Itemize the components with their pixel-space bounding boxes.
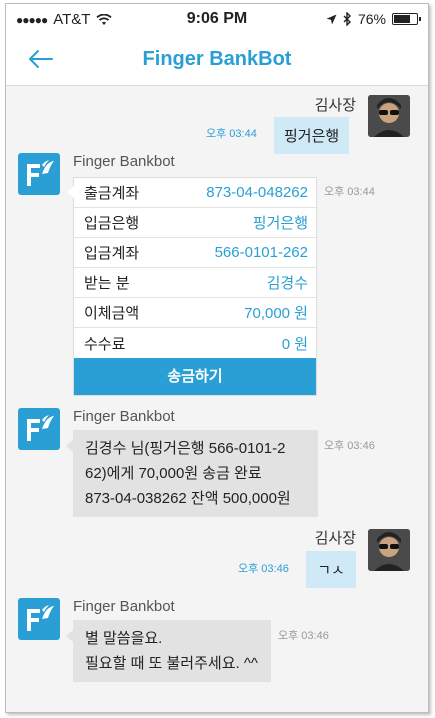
bluetooth-icon xyxy=(343,12,351,26)
row-value: 핑거은행 xyxy=(252,215,308,232)
status-bar: ●●●●● AT&T 9:06 PM 76% xyxy=(6,4,428,34)
user-avatar-image xyxy=(368,529,410,571)
message-line: 필요할 때 또 불러주세요. ^^ xyxy=(85,655,258,672)
card-row: 이체금액 70,000 원 xyxy=(74,298,316,328)
bot-name: Finger Bankbot xyxy=(73,598,175,615)
card-row: 입금계좌 566-0101-262 xyxy=(74,238,316,268)
user-avatar-image xyxy=(368,95,410,137)
page-title: Finger BankBot xyxy=(142,48,292,70)
battery-icon xyxy=(392,13,421,25)
row-value: 김경수 xyxy=(266,275,308,292)
user-message-bubble: ㄱㅅ xyxy=(306,551,356,588)
bot-message-bubble: 별 말씀을요. 필요할 때 또 불러주세요. ^^ xyxy=(66,620,271,682)
card-row: 출금계좌 873-04-048262 xyxy=(74,178,316,208)
message-time: 오후 03:46 xyxy=(324,440,375,452)
sender-name: 김사장 xyxy=(314,97,356,114)
phone-frame: ●●●●● AT&T 9:06 PM 76% Finger BankBot 김사… xyxy=(5,3,429,713)
message-time: 오후 03:44 xyxy=(324,186,375,198)
row-value: 70,000 원 xyxy=(244,305,308,322)
message-line: 873-04-038262 잔액 500,000원 xyxy=(85,490,291,507)
message-time: 오후 03:44 xyxy=(206,128,257,140)
card-row: 입금은행 핑거은행 xyxy=(74,208,316,238)
message-line: 별 말씀을요. xyxy=(85,630,163,647)
card-row: 수수료 0 원 xyxy=(74,328,316,358)
message-line: 62)에게 70,000원 송금 완료 xyxy=(85,465,262,482)
nav-bar: Finger BankBot xyxy=(6,34,428,86)
sender-name: 김사장 xyxy=(314,530,356,547)
row-label: 입금계좌 xyxy=(84,245,140,262)
bot-avatar xyxy=(18,408,60,450)
finger-logo-icon xyxy=(27,160,54,186)
bot-name: Finger Bankbot xyxy=(73,153,175,170)
row-value: 0 원 xyxy=(281,335,308,353)
bot-avatar xyxy=(18,153,60,195)
row-value: 566-0101-262 xyxy=(214,244,308,261)
location-icon xyxy=(326,14,337,24)
user-message-bubble: 핑거은행 xyxy=(274,117,350,154)
user-avatar xyxy=(368,529,410,571)
message-line: 김경수 님(핑거은행 566-0101-2 xyxy=(85,440,286,457)
user-avatar xyxy=(368,95,410,137)
finger-logo-icon xyxy=(27,415,54,441)
transfer-card: 출금계좌 873-04-048262 입금은행 핑거은행 입금계좌 566-01… xyxy=(67,177,317,396)
message-time: 오후 03:46 xyxy=(238,563,289,575)
row-value: 873-04-048262 xyxy=(206,184,308,201)
finger-logo-icon xyxy=(27,605,54,631)
bot-avatar xyxy=(18,598,60,640)
row-label: 입금은행 xyxy=(84,215,140,232)
row-label: 이체금액 xyxy=(84,305,140,322)
bot-message-bubble: 김경수 님(핑거은행 566-0101-2 62)에게 70,000원 송금 완… xyxy=(66,430,318,517)
row-label: 출금계좌 xyxy=(84,185,140,202)
row-label: 받는 분 xyxy=(84,275,130,292)
message-time: 오후 03:46 xyxy=(278,630,329,642)
row-label: 수수료 xyxy=(84,335,126,353)
bot-name: Finger Bankbot xyxy=(73,408,175,425)
send-money-button[interactable]: 송금하기 xyxy=(74,358,316,395)
card-row: 받는 분 김경수 xyxy=(74,268,316,298)
battery-percent: 76% xyxy=(357,11,386,27)
